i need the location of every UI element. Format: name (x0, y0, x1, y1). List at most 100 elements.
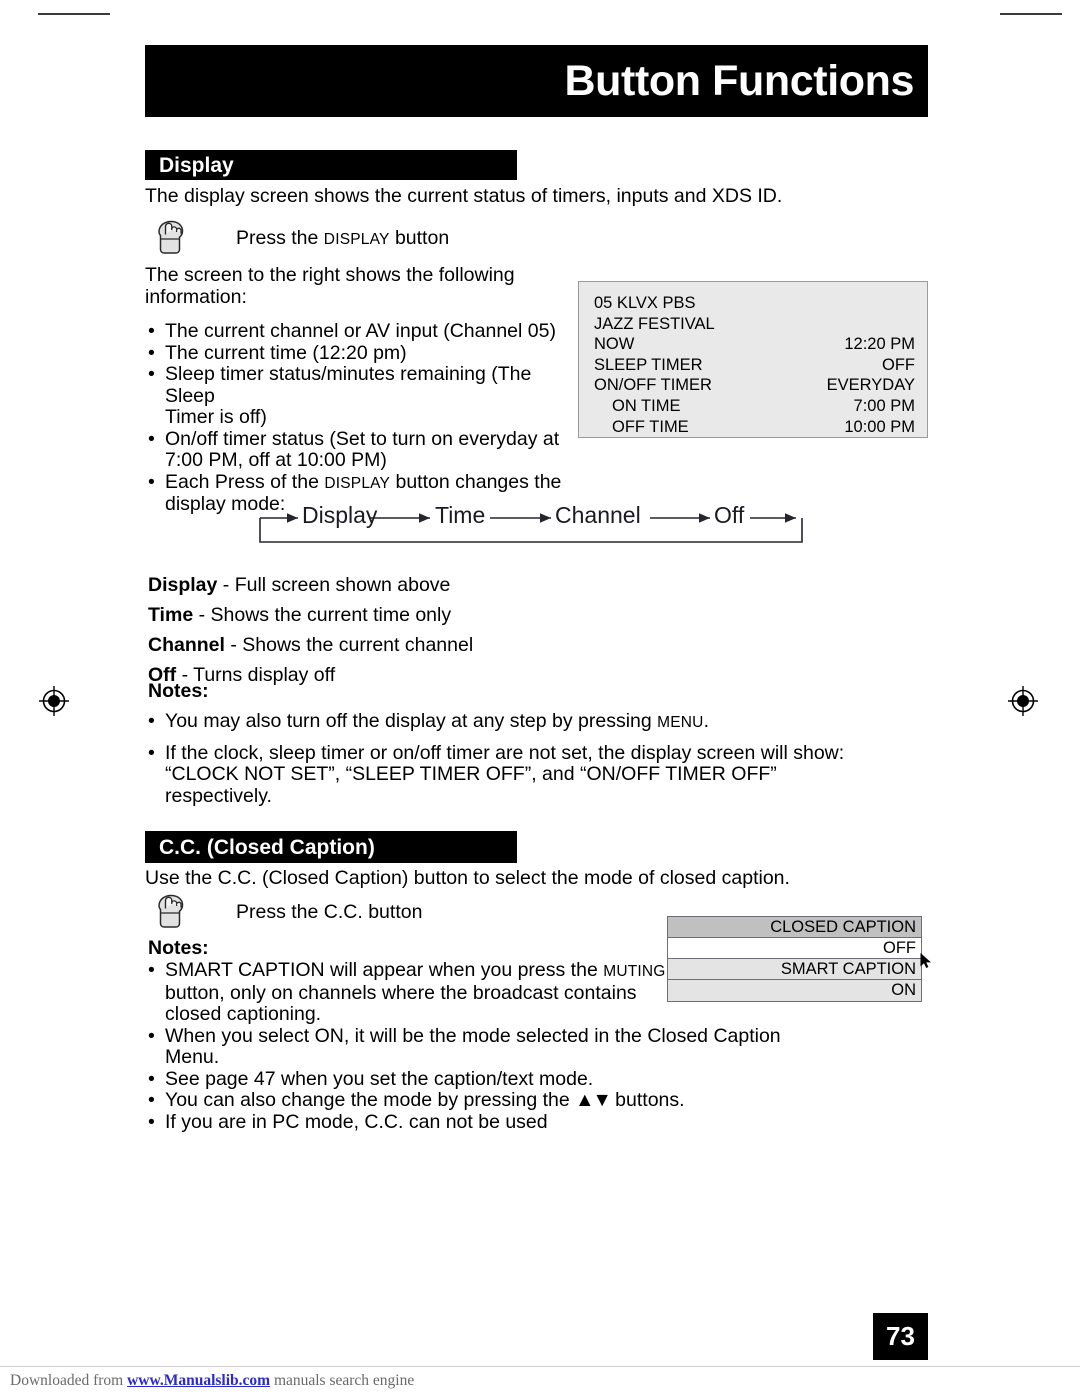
bullet-dot: • (148, 320, 155, 342)
bullet-dot: • (148, 427, 155, 450)
flow-step-time: Time (435, 502, 486, 528)
crop-mark-top-right (1000, 13, 1062, 15)
footer-divider (0, 1366, 1080, 1367)
note-item-arrow-buttons: • You can also change the mode by pressi… (148, 1089, 838, 1112)
tv-line-value: OFF (882, 355, 915, 374)
bullet-dot: • (148, 363, 155, 385)
flow-step-channel: Channel (555, 502, 641, 528)
cc-notes-label: Notes: (148, 937, 209, 959)
note-item: • See page 47 when you set the caption/t… (148, 1067, 838, 1091)
note-item: • If you are in PC mode, C.C. can not be… (148, 1110, 838, 1134)
cc-menu-header: CLOSED CAPTION (668, 917, 921, 938)
menu-button-name: Menu (657, 714, 704, 731)
cc-intro-text: Use the C.C. (Closed Caption) button to … (145, 867, 790, 889)
bullet-item: • On/off timer status (Set to turn on ev… (148, 427, 568, 472)
tv-screen-line: JAZZ FESTIVAL (594, 314, 915, 335)
section-heading-closed-caption-label: C.C. (Closed Caption) (159, 835, 375, 859)
bullet-text: On/off timer status (Set to turn on ever… (165, 427, 560, 471)
registration-mark-right (1006, 684, 1040, 718)
press-suffix: button (389, 226, 450, 249)
bullet-dot: • (148, 959, 155, 981)
display-button-name: Display (324, 474, 391, 492)
closed-caption-menu-graphic: CLOSED CAPTION OFF SMART CAPTION ON (667, 916, 922, 1002)
bullet-text: The current channel or AV input (Channel… (165, 320, 556, 342)
bullet-dot: • (148, 710, 155, 732)
display-intro-text: The display screen shows the current sta… (145, 185, 783, 207)
press-cc-button-text: Press the C.C. button (236, 900, 423, 923)
flow-step-labels: Display Time Channel Off (258, 502, 804, 534)
bullet-dot: • (148, 1089, 155, 1111)
bullet-item: • The current channel or AV input (Chann… (148, 320, 568, 343)
display-mode-flow-diagram: Display Time Channel Off (258, 502, 804, 547)
tv-line-label: NOW (594, 335, 635, 354)
manualslib-link[interactable]: www.Manualslib.com (127, 1372, 270, 1389)
muting-button-name: Muting (603, 963, 666, 980)
tv-line-label: OFF TIME (612, 417, 689, 436)
note-item: • If the clock, sleep timer or on/off ti… (148, 741, 888, 808)
tv-screen-line: ON TIME 7:00 PM (594, 396, 915, 417)
tv-display-screen-graphic: 05 KLVX PBS JAZZ FESTIVAL NOW 12:20 PM S… (578, 281, 928, 438)
tv-line-label: JAZZ FESTIVAL (594, 314, 715, 333)
screen-intro-text: The screen to the right shows the follow… (145, 264, 515, 308)
bullet-dot: • (148, 741, 155, 764)
tv-line-value: 12:20 PM (844, 335, 915, 354)
bullet-item: • Sleep timer status/minutes remaining (… (148, 363, 568, 429)
tv-screen-line: ON/OFF TIMER EVERYDAY (594, 375, 915, 396)
tv-screen-line: SLEEP TIMER OFF (594, 355, 915, 376)
footer-suffix: manuals search engine (270, 1372, 415, 1389)
tv-line-label: ON/OFF TIMER (594, 376, 712, 395)
note-suffix: button, only on channels where the broad… (165, 981, 637, 1026)
display-notes-bullets: • You may also turn off the display at a… (148, 710, 888, 816)
press-display-button-row: Press the Display button (148, 216, 449, 260)
tv-line-label: 05 KLVX PBS (594, 294, 696, 312)
page-number-badge: 73 (873, 1313, 928, 1360)
tv-screen-line: OFF TIME 10:00 PM (594, 417, 915, 438)
cc-menu-option-smart-caption[interactable]: SMART CAPTION (668, 959, 921, 980)
footer-attribution: Downloaded from www.Manualslib.com manua… (10, 1372, 414, 1390)
bullet-text: Sleep timer status/minutes remaining (Th… (165, 363, 532, 428)
cursor-pointer-icon (919, 952, 933, 970)
flow-step-display: Display (302, 502, 378, 528)
note-prefix: SMART CAPTION will appear when you press… (165, 959, 604, 981)
note-prefix: You may also turn off the display at any… (165, 710, 658, 732)
note-suffix: buttons. (609, 1089, 685, 1111)
cc-menu-option-on[interactable]: ON (668, 980, 921, 1001)
note-text: If the clock, sleep timer or on/off time… (165, 741, 845, 807)
bullet-text: The current time (12:20 pm) (165, 341, 407, 364)
hand-press-icon (148, 216, 192, 260)
tv-screen-line: NOW 12:20 PM (594, 334, 915, 355)
page-title: Button Functions (564, 56, 915, 105)
last-bullet-prefix: Each Press of the (165, 470, 325, 493)
note-prefix: You can also change the mode by pressing… (165, 1089, 576, 1111)
page-header-bar: Button Functions (145, 45, 928, 117)
note-item: • When you select ON, it will be the mod… (148, 1024, 838, 1069)
section-heading-display: Display (145, 150, 517, 180)
tv-line-label: ON TIME (612, 396, 681, 415)
up-down-arrow-icon: ▲▼ (575, 1089, 612, 1111)
section-heading-display-label: Display (159, 153, 234, 177)
bullet-dot: • (148, 1110, 155, 1133)
bullet-dot: • (148, 1024, 155, 1047)
note-text: You can also change the mode by pressing… (165, 1089, 838, 1112)
note-text: When you select ON, it will be the mode … (165, 1024, 781, 1068)
tv-line-value: 10:00 PM (844, 417, 915, 436)
hand-press-icon (148, 890, 192, 934)
note-text: See page 47 when you set the caption/tex… (165, 1067, 594, 1090)
registration-mark-left (37, 684, 71, 718)
press-cc-button-row: Press the C.C. button (148, 890, 422, 934)
tv-screen-line: 05 KLVX PBS (594, 293, 915, 314)
flow-step-off: Off (714, 502, 745, 528)
tv-line-value: 7:00 PM (853, 396, 915, 415)
display-info-bullets: • The current channel or AV input (Chann… (148, 320, 568, 516)
bullet-item: • The current time (12:20 pm) (148, 341, 568, 365)
tv-line-value: EVERYDAY (826, 376, 915, 395)
cc-menu-option-off[interactable]: OFF (668, 938, 921, 959)
note-suffix: . (703, 710, 709, 732)
bullet-dot: • (148, 341, 155, 364)
crop-mark-top-left (38, 13, 110, 15)
section-heading-closed-caption: C.C. (Closed Caption) (145, 831, 517, 863)
press-display-button-text: Press the Display button (236, 227, 449, 250)
note-text: You may also turn off the display at any… (165, 710, 888, 734)
display-notes-label: Notes: (148, 680, 209, 702)
footer-prefix: Downloaded from (10, 1372, 128, 1389)
